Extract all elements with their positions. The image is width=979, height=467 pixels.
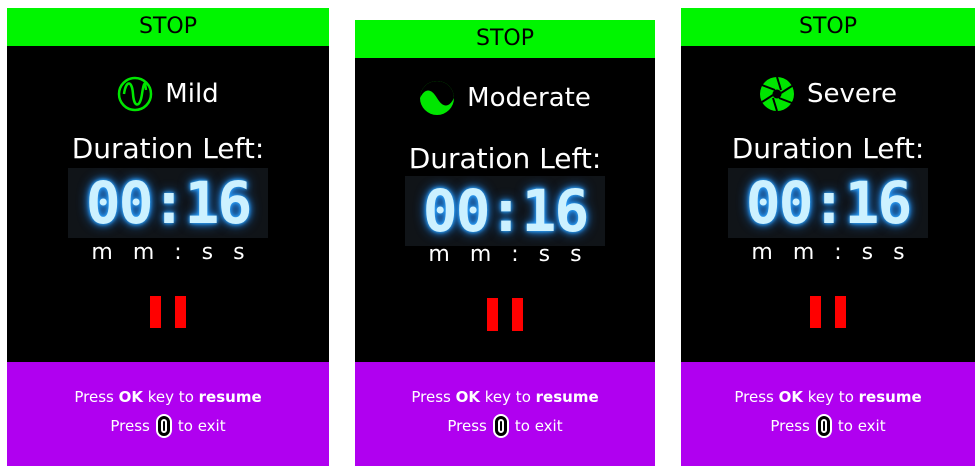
stop-bar: STOP xyxy=(7,8,329,46)
countdown-timer: 00:16 xyxy=(728,168,928,238)
resume-instruction: Press OK key to resume xyxy=(355,388,655,406)
unit-separator: : xyxy=(174,240,182,265)
unit-minute: m xyxy=(751,240,773,265)
countdown-timer: 00:16 xyxy=(68,168,268,238)
resume-instruction: Press OK key to resume xyxy=(681,388,975,406)
resume-instruction: Press OK key to resume xyxy=(7,388,329,406)
mode-row: Severe xyxy=(681,76,975,112)
duration-left-label: Duration Left: xyxy=(408,142,602,175)
unit-minute: m xyxy=(132,240,155,265)
duration-left-label: Duration Left: xyxy=(71,132,265,165)
unit-second: s xyxy=(538,242,551,267)
time-units: m m : s s xyxy=(355,242,655,267)
stop-bar: STOP xyxy=(681,8,975,46)
zero-key-icon xyxy=(492,414,509,438)
zero-key-icon xyxy=(815,414,832,438)
aperture-icon xyxy=(760,76,794,112)
unit-second: s xyxy=(861,240,874,265)
mode-row: Moderate xyxy=(355,80,655,116)
device-screen-moderate: STOP Moderate Duration Left: 00:16 m m :… xyxy=(355,20,655,466)
exit-instruction: Press to exit xyxy=(7,414,329,438)
press-text: Press xyxy=(74,388,114,406)
exit-instruction: Press to exit xyxy=(355,414,655,438)
resume-text: resume xyxy=(198,388,262,406)
key-to-text: key to xyxy=(147,388,194,406)
mode-label: Mild xyxy=(165,79,219,109)
duration-left-label: Duration Left: xyxy=(731,132,925,165)
ok-key-text: OK xyxy=(455,388,480,406)
unit-second: s xyxy=(893,240,905,265)
unit-second: s xyxy=(201,240,214,265)
unit-separator: : xyxy=(511,242,519,267)
zero-key-icon xyxy=(155,414,172,438)
time-units: m m : s s xyxy=(7,240,329,265)
ok-key-text: OK xyxy=(118,388,143,406)
unit-minute: m xyxy=(469,242,492,267)
ok-key-text: OK xyxy=(778,388,803,406)
unit-separator: : xyxy=(834,240,842,265)
sine-wave-icon xyxy=(118,76,153,112)
mode-label: Moderate xyxy=(467,83,591,113)
pause-icon xyxy=(150,296,186,328)
press-text: Press xyxy=(110,417,150,435)
press-text: Press xyxy=(411,388,451,406)
exit-instruction: Press to exit xyxy=(681,414,975,438)
instruction-bar: Press OK key to resume Press to exit xyxy=(681,362,975,466)
key-to-text: key to xyxy=(807,388,854,406)
to-exit-text: to exit xyxy=(837,417,886,435)
mode-label: Severe xyxy=(807,79,897,109)
device-screen-mild: STOP Mild Duration Left: 00:16 m m : s s… xyxy=(7,8,329,466)
unit-second: s xyxy=(570,242,582,267)
mode-row: Mild xyxy=(7,76,329,112)
to-exit-text: to exit xyxy=(514,417,563,435)
press-text: Press xyxy=(734,388,774,406)
countdown-timer: 00:16 xyxy=(405,176,605,246)
press-text: Press xyxy=(447,417,487,435)
device-screen-severe: STOP Severe Duration Left: 00:16 m m : s… xyxy=(681,8,975,466)
time-units: m m : s s xyxy=(681,240,975,265)
press-text: Press xyxy=(770,417,810,435)
stop-bar: STOP xyxy=(355,20,655,58)
key-to-text: key to xyxy=(484,388,531,406)
resume-text: resume xyxy=(858,388,922,406)
unit-minute: m xyxy=(91,240,113,265)
instruction-bar: Press OK key to resume Press to exit xyxy=(355,362,655,466)
pause-icon xyxy=(810,296,846,328)
instruction-bar: Press OK key to resume Press to exit xyxy=(7,362,329,466)
pause-icon xyxy=(487,298,523,331)
unit-minute: m xyxy=(428,242,450,267)
resume-text: resume xyxy=(535,388,599,406)
wave-circle-icon xyxy=(420,81,455,115)
unit-second: s xyxy=(233,240,245,265)
unit-minute: m xyxy=(792,240,815,265)
to-exit-text: to exit xyxy=(177,417,226,435)
